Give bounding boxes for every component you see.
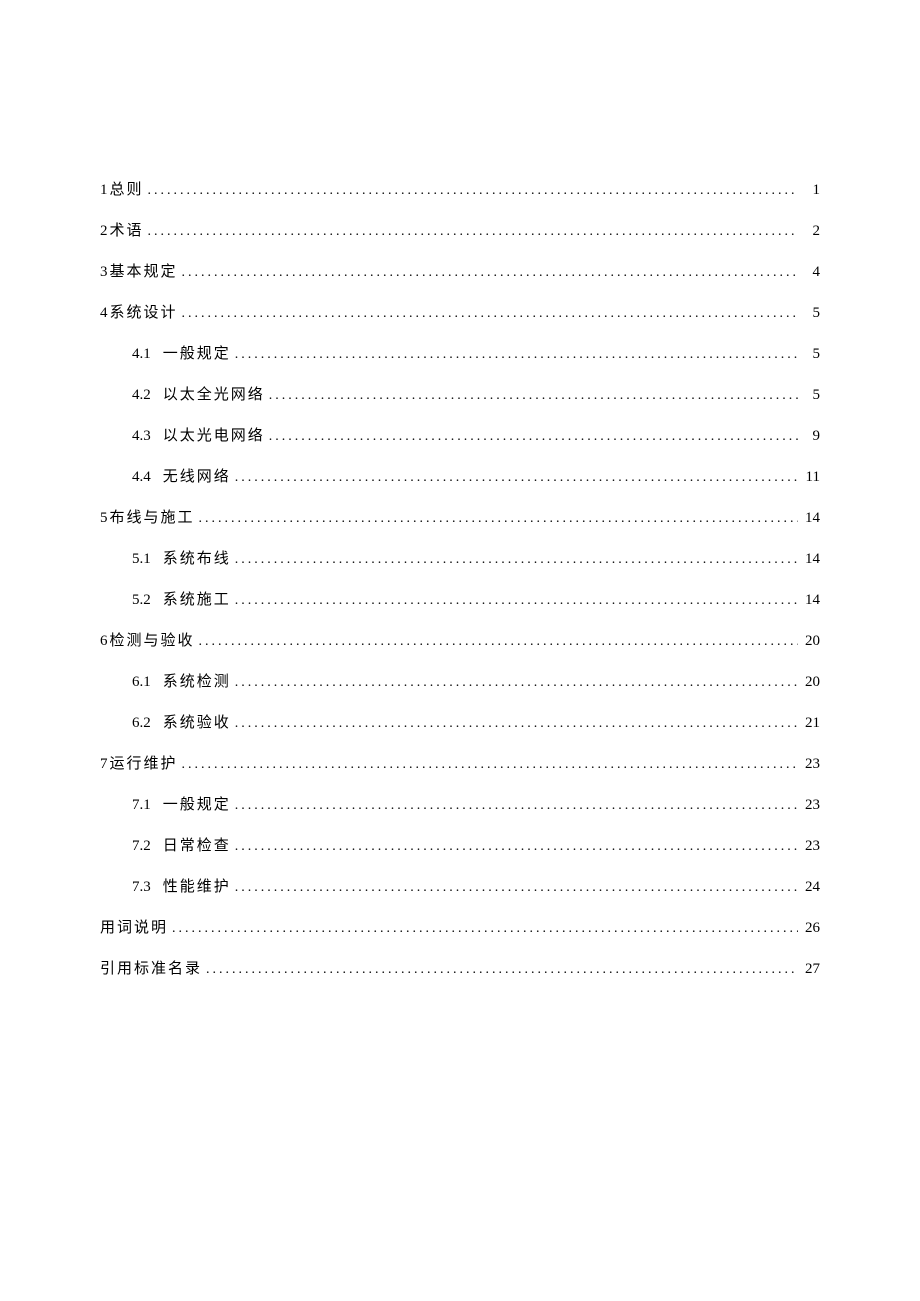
- toc-sub-number: 4.1: [132, 344, 151, 365]
- toc-entry: 用词说明 26: [100, 918, 820, 939]
- toc-sub-number: 5.1: [132, 549, 151, 570]
- toc-leader-dots: [235, 468, 798, 488]
- toc-page-number: 11: [802, 467, 820, 488]
- toc-page-number: 24: [802, 877, 820, 898]
- toc-sub-title: 系统验收: [163, 713, 231, 734]
- toc-leader-dots: [235, 345, 798, 365]
- toc-page-number: 20: [802, 672, 820, 693]
- toc-title: 引用标准名录: [100, 959, 202, 980]
- toc-title: 布线与施工: [110, 508, 195, 529]
- toc-number: 1: [100, 180, 110, 201]
- toc-page-number: 9: [802, 426, 820, 447]
- toc-leader-dots: [235, 714, 798, 734]
- toc-leader-dots: [182, 755, 798, 775]
- table-of-contents: 1 总则12 术语23 基本规定44 系统设计54.1一般规定54.2以太全光网…: [100, 180, 820, 980]
- toc-sub-number: 6.1: [132, 672, 151, 693]
- toc-leader-dots: [148, 222, 798, 242]
- toc-number: 4: [100, 303, 110, 324]
- toc-leader-dots: [235, 796, 798, 816]
- toc-title: 用词说明: [100, 918, 168, 939]
- toc-sub-title: 无线网络: [163, 467, 231, 488]
- toc-title: 运行维护: [110, 754, 178, 775]
- toc-leader-dots: [206, 960, 798, 980]
- toc-title: 系统设计: [110, 303, 178, 324]
- toc-leader-dots: [235, 878, 798, 898]
- toc-entry: 4.2 以太全光网络 5: [100, 385, 820, 406]
- toc-entry: 3 基本规定 4: [100, 262, 820, 283]
- toc-page-number: 5: [802, 303, 820, 324]
- toc-title: 基本规定: [110, 262, 178, 283]
- toc-entry: 6.2 系统验收 21: [100, 713, 820, 734]
- toc-page-number: 14: [802, 508, 820, 529]
- toc-leader-dots: [172, 919, 798, 939]
- toc-entry: 5 布线与施工 14: [100, 508, 820, 529]
- toc-leader-dots: [235, 837, 798, 857]
- toc-entry: 2 术语2: [100, 221, 820, 242]
- toc-number: 7: [100, 754, 110, 775]
- toc-page-number: 5: [802, 344, 820, 365]
- toc-page-number: 4: [802, 262, 820, 283]
- toc-number: 2: [100, 221, 110, 242]
- toc-sub-number: 7.3: [132, 877, 151, 898]
- toc-page-number: 1: [802, 180, 820, 201]
- toc-sub-number: 4.4: [132, 467, 151, 488]
- toc-sub-number: 4.3: [132, 426, 151, 447]
- toc-sub-title: 以太全光网络: [163, 385, 265, 406]
- toc-sub-number: 7.2: [132, 836, 151, 857]
- toc-page-number: 23: [802, 836, 820, 857]
- toc-page-number: 21: [802, 713, 820, 734]
- toc-entry: 7.1 一般规定 23: [100, 795, 820, 816]
- toc-leader-dots: [235, 550, 798, 570]
- toc-sub-title: 以太光电网络: [163, 426, 265, 447]
- toc-leader-dots: [148, 181, 798, 201]
- toc-entry: 4.4 无线网络 11: [100, 467, 820, 488]
- toc-page-number: 14: [802, 549, 820, 570]
- toc-entry: 7.3 性能维护 24: [100, 877, 820, 898]
- toc-sub-number: 5.2: [132, 590, 151, 611]
- toc-entry: 7 运行维护 23: [100, 754, 820, 775]
- toc-page-number: 23: [802, 754, 820, 775]
- toc-entry: 1 总则1: [100, 180, 820, 201]
- toc-leader-dots: [235, 673, 798, 693]
- toc-leader-dots: [182, 263, 798, 283]
- toc-number: 3: [100, 262, 110, 283]
- toc-entry: 4.3 以太光电网络 9: [100, 426, 820, 447]
- toc-title: 检测与验收: [110, 631, 195, 652]
- toc-sub-title: 系统施工: [163, 590, 231, 611]
- toc-entry: 6.1 系统检测 20: [100, 672, 820, 693]
- toc-title: 术语: [110, 221, 144, 242]
- toc-leader-dots: [199, 509, 798, 529]
- toc-leader-dots: [269, 386, 798, 406]
- toc-entry: 7.2 日常检查 23: [100, 836, 820, 857]
- toc-page-number: 5: [802, 385, 820, 406]
- toc-sub-title: 系统布线: [163, 549, 231, 570]
- toc-sub-number: 6.2: [132, 713, 151, 734]
- toc-entry: 5.2 系统施工 14: [100, 590, 820, 611]
- toc-sub-title: 日常检查: [163, 836, 231, 857]
- toc-leader-dots: [182, 304, 798, 324]
- toc-title: 总则: [110, 180, 144, 201]
- toc-sub-title: 系统检测: [163, 672, 231, 693]
- toc-page-number: 20: [802, 631, 820, 652]
- toc-page-number: 23: [802, 795, 820, 816]
- toc-leader-dots: [269, 427, 798, 447]
- toc-number: 5: [100, 508, 110, 529]
- toc-sub-number: 7.1: [132, 795, 151, 816]
- toc-leader-dots: [199, 632, 798, 652]
- toc-page-number: 26: [802, 918, 820, 939]
- toc-sub-title: 性能维护: [163, 877, 231, 898]
- toc-entry: 6 检测与验收 20: [100, 631, 820, 652]
- toc-page-number: 14: [802, 590, 820, 611]
- toc-entry: 引用标准名录 27: [100, 959, 820, 980]
- toc-entry: 4 系统设计 5: [100, 303, 820, 324]
- toc-sub-title: 一般规定: [163, 344, 231, 365]
- toc-entry: 4.1 一般规定 5: [100, 344, 820, 365]
- toc-sub-title: 一般规定: [163, 795, 231, 816]
- toc-number: 6: [100, 631, 110, 652]
- toc-page-number: 27: [802, 959, 820, 980]
- toc-entry: 5.1 系统布线 14: [100, 549, 820, 570]
- toc-leader-dots: [235, 591, 798, 611]
- toc-page-number: 2: [802, 221, 820, 242]
- toc-sub-number: 4.2: [132, 385, 151, 406]
